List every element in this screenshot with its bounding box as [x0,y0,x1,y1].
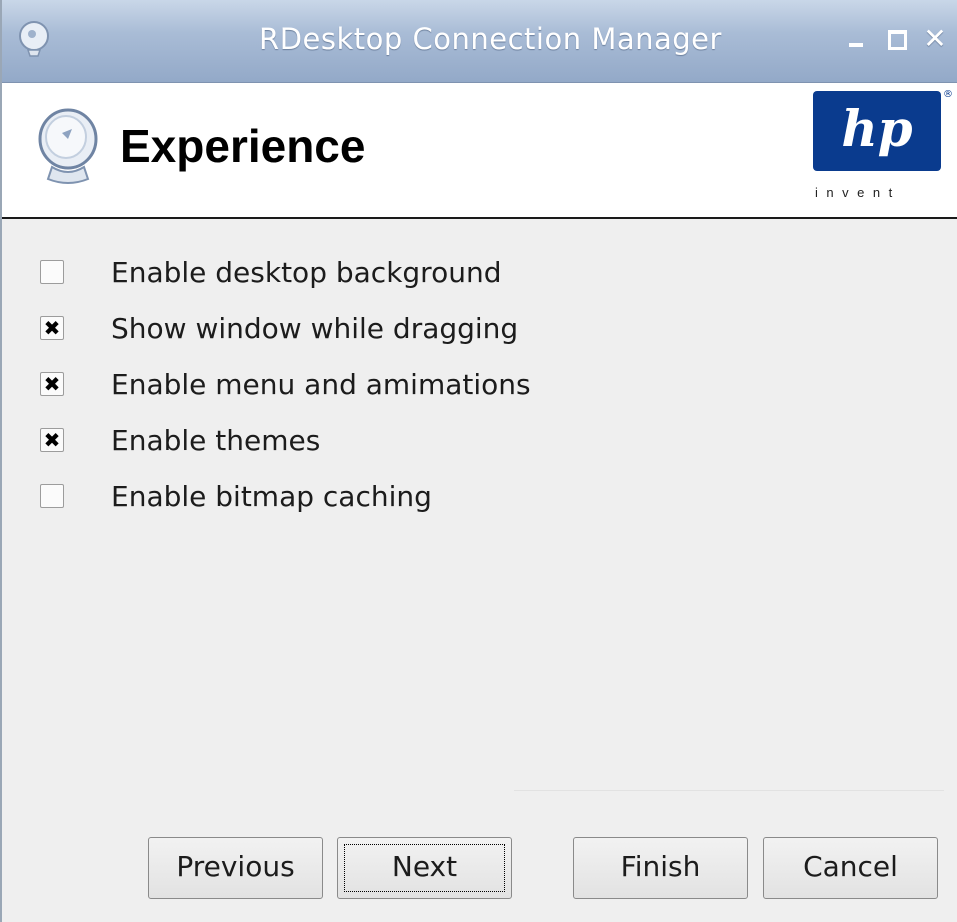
check-mark-icon [41,485,63,507]
checkbox[interactable] [40,260,64,284]
window-title: RDesktop Connection Manager [259,22,722,56]
hp-logo: hp ® invent [813,89,953,209]
option-label: Enable bitmap caching [111,480,432,513]
check-mark-icon: ✖ [43,316,61,340]
wizard-header: Experience hp ® invent [2,83,957,219]
title-bar[interactable]: RDesktop Connection Manager ✕ [2,0,957,83]
option-label: Show window while dragging [111,312,519,345]
check-mark-icon: ✖ [43,428,61,452]
next-button[interactable]: Next [337,837,512,899]
check-mark-icon: ✖ [43,372,61,396]
dialog-window: RDesktop Connection Manager ✕ Experience… [0,0,957,922]
finish-button[interactable]: Finish [573,837,748,899]
checkbox[interactable]: ✖ [40,428,64,452]
button-separator [514,790,944,791]
option-label: Enable desktop background [111,256,502,289]
option-label: Enable menu and amimations [111,368,531,401]
checkbox[interactable] [40,484,64,508]
close-icon[interactable]: ✕ [922,24,948,54]
hp-logo-tagline: invent [815,185,901,200]
cancel-button[interactable]: Cancel [763,837,938,899]
registered-mark-icon: ® [943,89,953,100]
option-label: Enable themes [111,424,321,457]
checkbox[interactable]: ✖ [40,316,64,340]
maximize-icon[interactable] [884,24,910,54]
previous-button[interactable]: Previous [148,837,323,899]
focus-ring [344,844,505,892]
minimize-icon[interactable] [844,24,870,54]
check-mark-icon [41,261,63,283]
checkbox[interactable]: ✖ [40,372,64,396]
hp-logo-mark: hp [813,91,941,171]
page-title: Experience [120,120,366,172]
satellite-dish-icon [38,108,98,184]
